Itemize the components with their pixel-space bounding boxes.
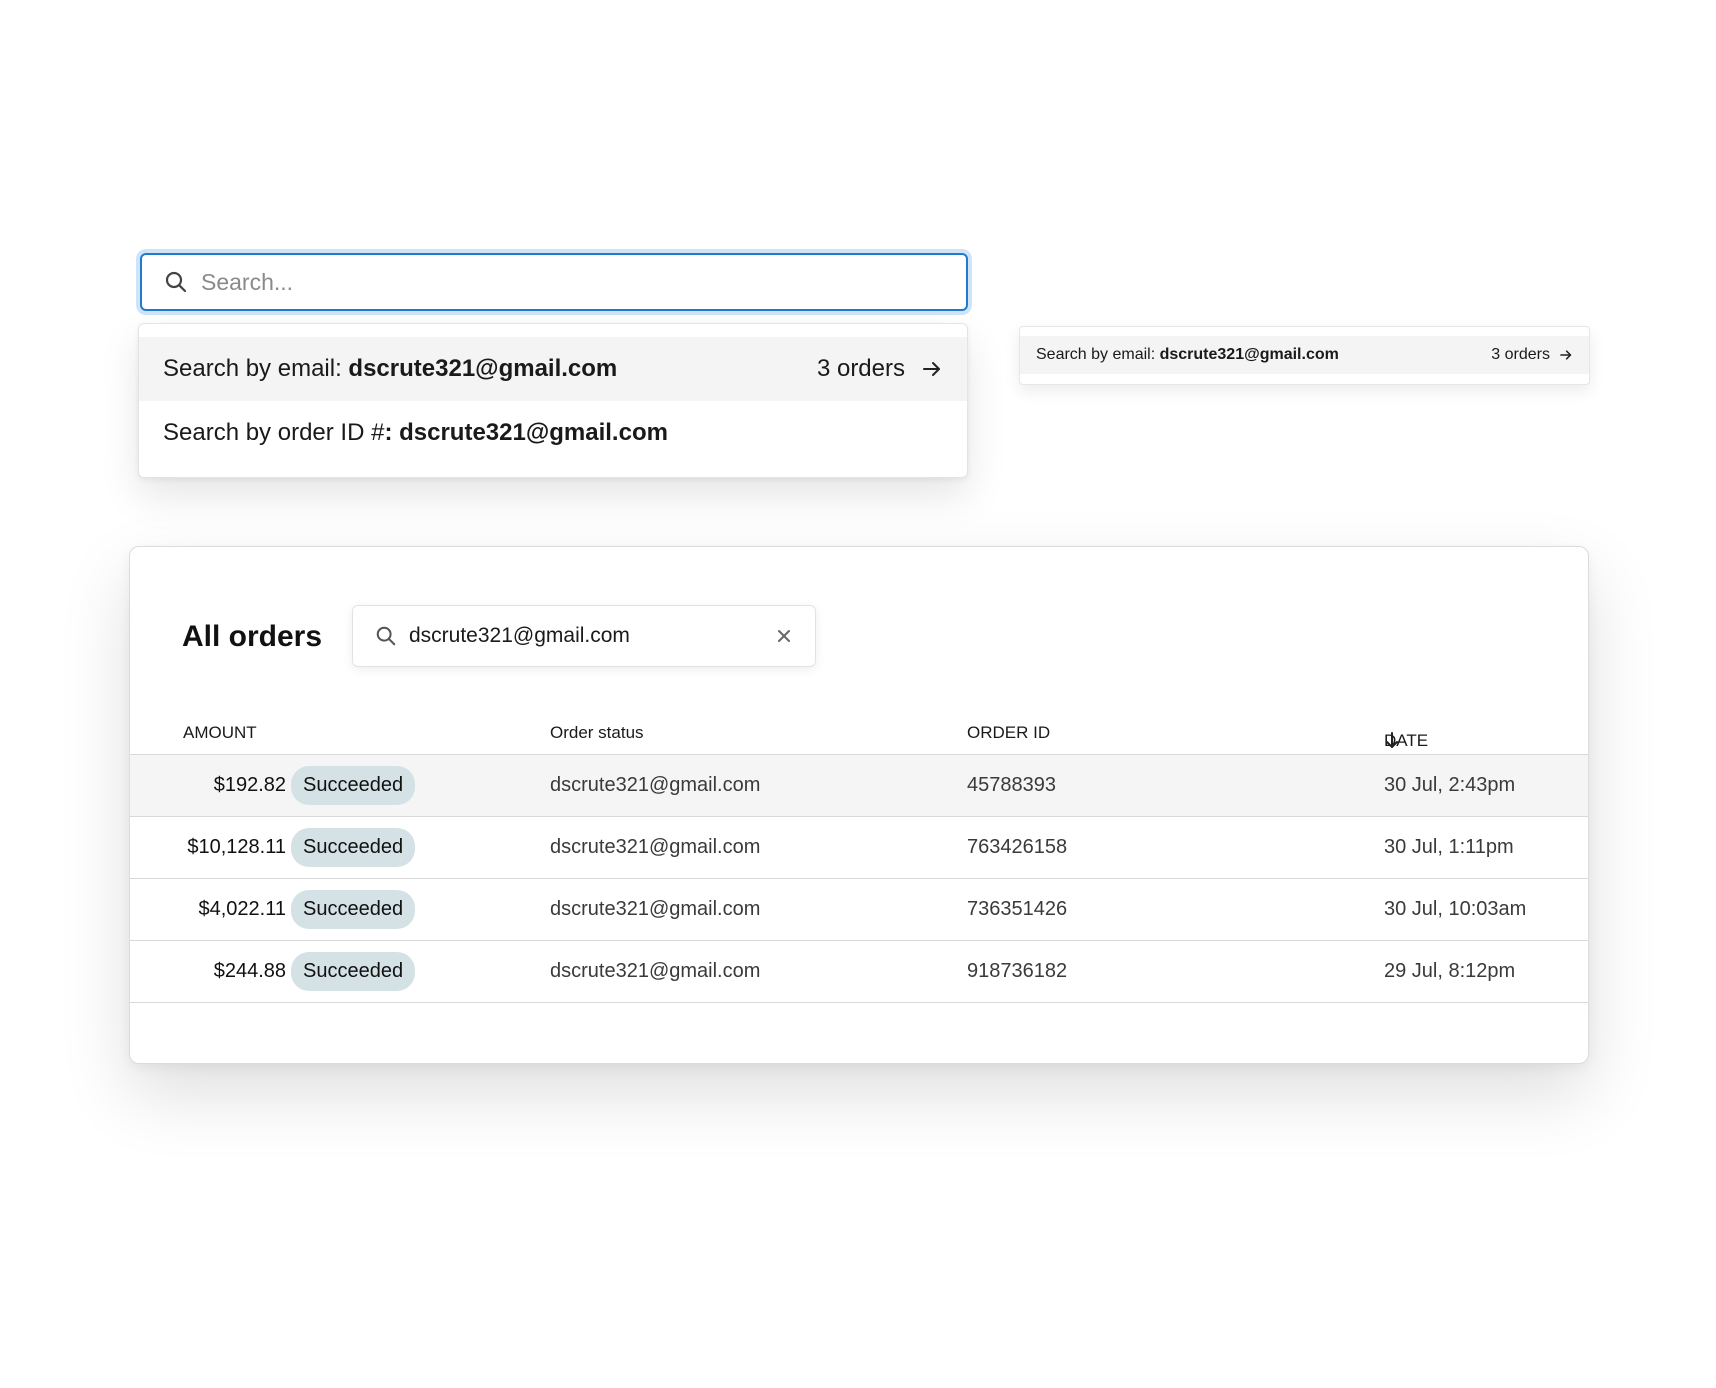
row-email: dscrute321@gmail.com: [550, 836, 761, 858]
compact-count-group: 3 orders: [1491, 346, 1573, 364]
search-by-email-count-group: 3 orders: [817, 355, 943, 383]
search-by-email-count: 3 orders: [816, 355, 905, 382]
table-row[interactable]: $10,128.11 Succeeded dscrute321@gmail.co…: [130, 817, 1588, 879]
row-order-id: 918736182: [967, 960, 1068, 982]
row-date: 30 Jul, 1:11pm: [1384, 836, 1514, 858]
row-email: dscrute321@gmail.com: [550, 774, 761, 796]
orders-panel: All orders dscrute321@gmail.com AMOUNT O…: [129, 546, 1589, 1064]
compact-search-by-email-value: dscrute321@gmail.com: [1159, 346, 1339, 363]
search-field[interactable]: [140, 253, 968, 311]
search-by-order-id-colon: :: [384, 419, 400, 446]
search-by-order-id-prefix: Search by order ID #: [163, 419, 385, 446]
compact-search-by-email-prefix: Search by email:: [1036, 346, 1160, 363]
orders-search-field[interactable]: dscrute321@gmail.com: [352, 605, 816, 667]
table-header: AMOUNT Order status ORDER ID DATE: [130, 715, 1588, 755]
row-order-id: 45788393: [967, 774, 1056, 796]
row-amount: $244.88: [213, 960, 286, 982]
row-date: 30 Jul, 10:03am: [1384, 898, 1527, 920]
search-by-order-id-option[interactable]: Search by order ID #: dscrute321@gmail.c…: [139, 401, 967, 465]
search-input[interactable]: [201, 268, 966, 296]
row-order-id: 763426158: [967, 836, 1068, 858]
arrow-right-icon: [1559, 348, 1573, 362]
search-by-email-option[interactable]: Search by email: dscrute321@gmail.com 3 …: [139, 337, 967, 401]
arrow-right-icon: [921, 358, 943, 380]
compact-search-by-email-option[interactable]: Search by email: dscrute321@gmail.com 3 …: [1020, 336, 1589, 374]
column-header-order-id[interactable]: ORDER ID: [967, 723, 1050, 743]
column-header-order-status[interactable]: Order status: [550, 723, 644, 743]
row-amount: $192.82: [213, 774, 286, 796]
row-amount: $10,128.11: [187, 836, 286, 858]
row-date: 29 Jul, 8:12pm: [1384, 960, 1516, 982]
search-icon: [375, 625, 397, 647]
table-row[interactable]: $244.88 Succeeded dscrute321@gmail.com 9…: [130, 941, 1588, 1003]
compact-search-by-email-count: 3 orders: [1491, 346, 1550, 363]
row-date: 30 Jul, 2:43pm: [1384, 774, 1516, 796]
status-badge: Succeeded: [291, 766, 416, 805]
table-row[interactable]: $4,022.11 Succeeded dscrute321@gmail.com…: [130, 879, 1588, 941]
row-amount: $4,022.11: [198, 898, 287, 920]
close-icon[interactable]: [775, 627, 793, 645]
search-by-email-label: Search by email: dscrute321@gmail.com: [163, 355, 617, 383]
search-by-order-id-label: Search by order ID #: dscrute321@gmail.c…: [163, 419, 668, 447]
search-icon: [164, 270, 188, 294]
table-row[interactable]: $192.82 Succeeded dscrute321@gmail.com 4…: [130, 755, 1588, 817]
compact-suggestions-dropdown: Search by email: dscrute321@gmail.com 3 …: [1019, 326, 1590, 385]
search-by-order-id-value: dscrute321@gmail.com: [399, 419, 668, 446]
status-badge: Succeeded: [291, 952, 416, 991]
search-suggestions-dropdown: Search by email: dscrute321@gmail.com 3 …: [138, 323, 968, 478]
status-badge: Succeeded: [291, 890, 416, 929]
status-badge: Succeeded: [291, 828, 416, 867]
search-by-email-value: dscrute321@gmail.com: [348, 355, 618, 382]
compact-search-by-email-label: Search by email: dscrute321@gmail.com: [1036, 346, 1339, 364]
page-title: All orders: [182, 620, 323, 653]
canvas: Search by email: dscrute321@gmail.com 3 …: [0, 0, 1716, 1388]
column-header-amount[interactable]: AMOUNT: [183, 723, 257, 743]
row-email: dscrute321@gmail.com: [550, 898, 761, 920]
row-email: dscrute321@gmail.com: [550, 960, 761, 982]
orders-search-value[interactable]: dscrute321@gmail.com: [409, 624, 775, 648]
row-order-id: 736351426: [967, 898, 1068, 920]
search-by-email-prefix: Search by email:: [163, 355, 349, 382]
arrow-down-icon: [1384, 731, 1400, 749]
